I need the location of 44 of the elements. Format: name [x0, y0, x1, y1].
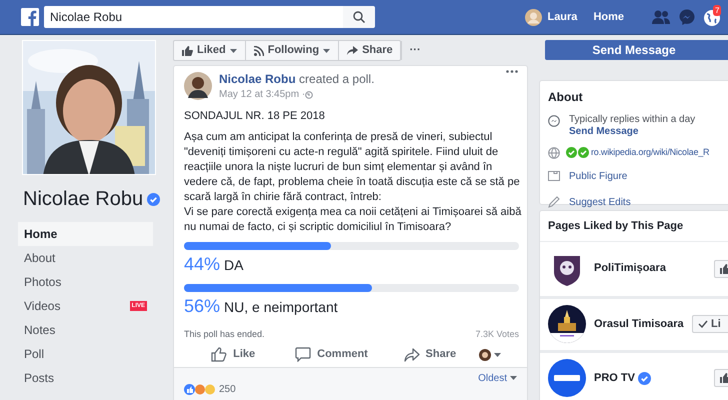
- post-title: SONDAJUL NR. 18 PE 2018: [184, 109, 326, 124]
- post-header: Nicolae Robu created a poll.: [219, 72, 374, 87]
- page-link[interactable]: PRO TV: [594, 370, 635, 386]
- poll-option: NU, e neimportant: [224, 297, 338, 318]
- nav-item[interactable]: Posts: [18, 366, 153, 390]
- user-link[interactable]: Laura: [525, 8, 578, 26]
- page-name: Nicolae Robu: [23, 187, 144, 211]
- post-text: Așa cum am anticipat la conferința de presă de vineri, subiectul "deveniți timișoreni cu acte-n regulă" agită spiritele. Fiind uluit de reacțiile unora la niște lucruri de bun simț elementar și având în vedere că, de fapt, problema cheie în toată discuția este că se stă pe scară largă în chirie fără contract, întreb:: [184, 130, 521, 205]
- sort-dropdown[interactable]: Oldest: [478, 372, 517, 384]
- send-message-button[interactable]: Send Message: [545, 40, 728, 60]
- search-field[interactable]: Nicolae Robu: [44, 6, 343, 28]
- nav-item[interactable]: About: [18, 246, 153, 270]
- card-title: Pages Liked by This Page: [540, 211, 728, 242]
- suggest-edits-link[interactable]: Suggest Edits: [569, 194, 631, 210]
- author-link[interactable]: Nicolae Robu: [219, 72, 296, 86]
- poll-status: This poll has ended.: [184, 328, 265, 341]
- post-time: May 12 at 3:45pm ·: [219, 88, 306, 102]
- vote-count: 7.3K Votes: [475, 328, 519, 341]
- like-button[interactable]: Liked: [174, 41, 245, 60]
- nav-item[interactable]: Photos: [18, 270, 153, 294]
- more-button[interactable]: ···: [400, 41, 429, 60]
- comment-button[interactable]: Comment: [282, 346, 381, 363]
- like-button[interactable]: Like: [184, 346, 282, 363]
- page-link[interactable]: PoliTimișoara: [594, 260, 666, 277]
- category-link[interactable]: Public Figure: [569, 168, 628, 184]
- website-link[interactable]: ro.wikipedia.org/wiki/Nicolae_R: [591, 146, 710, 160]
- poll-question: Vi se pare corectă exigența mea ca noii cetățeni ai Timișoarei să aibă nu numai de facto, ci și scriptic domiciliul în Timisoara?: [184, 205, 522, 235]
- poll-option: DA: [224, 255, 244, 276]
- page-link[interactable]: Orasul Timisoara: [594, 316, 684, 332]
- nav-item[interactable]: Home: [18, 222, 153, 246]
- poll-percent: 56%: [184, 295, 220, 318]
- home-link[interactable]: Home: [593, 8, 624, 26]
- poll-percent: 44%: [184, 253, 220, 276]
- share-button[interactable]: Share: [338, 41, 401, 60]
- reaction-count: 250: [219, 382, 236, 396]
- nav-item[interactable]: Notes: [18, 318, 153, 342]
- notification-badge: 7: [713, 5, 722, 16]
- follow-button[interactable]: Following: [244, 41, 338, 60]
- reply-time: Typically replies within a day: [569, 114, 696, 126]
- share-button[interactable]: Share: [380, 346, 479, 363]
- send-message-link[interactable]: Send Message: [569, 126, 696, 138]
- card-title: About: [548, 89, 584, 106]
- nav-item[interactable]: Poll: [18, 342, 153, 366]
- like-page-button[interactable]: Li: [692, 315, 728, 333]
